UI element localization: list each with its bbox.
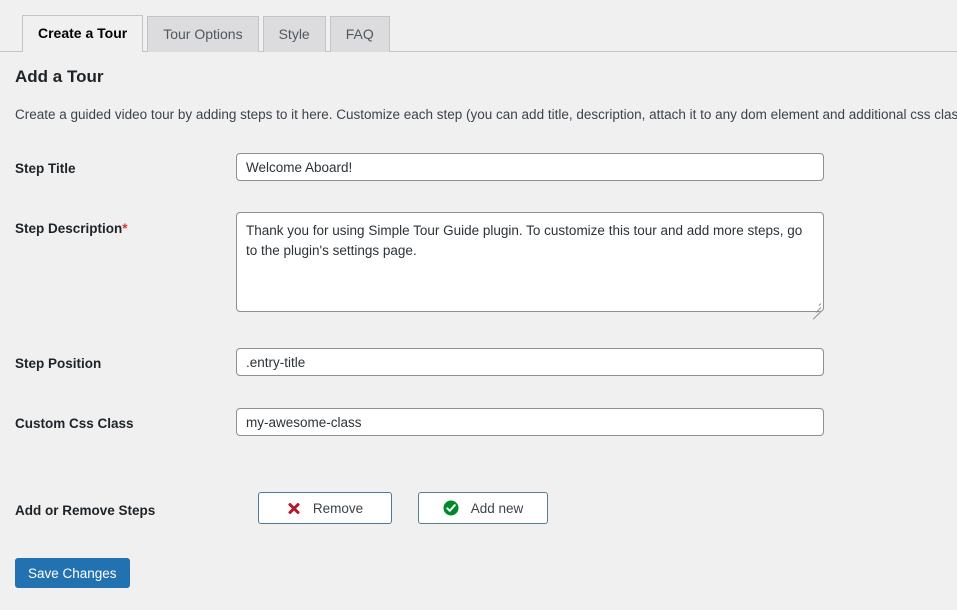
tab-style[interactable]: Style bbox=[262, 16, 326, 52]
tab-bar: Create a Tour Tour Options Style FAQ bbox=[0, 0, 957, 53]
save-changes-button[interactable]: Save Changes bbox=[15, 558, 130, 588]
remove-step-button-label: Remove bbox=[312, 500, 364, 516]
label-step-description: Step Description* bbox=[15, 220, 128, 239]
add-new-step-button-label: Add new bbox=[470, 500, 524, 516]
label-step-position: Step Position bbox=[15, 356, 102, 371]
red-x-icon bbox=[287, 501, 301, 515]
tab-faq[interactable]: FAQ bbox=[329, 16, 390, 52]
remove-step-button[interactable]: Remove bbox=[258, 492, 392, 524]
label-step-title: Step Title bbox=[15, 161, 76, 176]
green-check-circle-icon bbox=[443, 500, 459, 516]
label-add-or-remove-steps: Add or Remove Steps bbox=[15, 503, 156, 518]
step-position-input[interactable] bbox=[236, 348, 824, 376]
step-description-textarea[interactable]: Thank you for using Simple Tour Guide pl… bbox=[236, 212, 824, 312]
required-asterisk: * bbox=[122, 221, 128, 236]
step-title-input[interactable] bbox=[236, 153, 824, 181]
add-new-step-button[interactable]: Add new bbox=[418, 492, 548, 524]
page-description: Create a guided video tour by adding ste… bbox=[15, 107, 957, 122]
tab-tour-options[interactable]: Tour Options bbox=[147, 16, 259, 52]
custom-css-class-input[interactable] bbox=[236, 408, 824, 436]
page-title: Add a Tour bbox=[15, 67, 104, 86]
tab-create-a-tour[interactable]: Create a Tour bbox=[22, 15, 144, 53]
label-custom-css-class: Custom Css Class bbox=[15, 416, 134, 431]
label-step-description-text: Step Description bbox=[15, 221, 123, 236]
